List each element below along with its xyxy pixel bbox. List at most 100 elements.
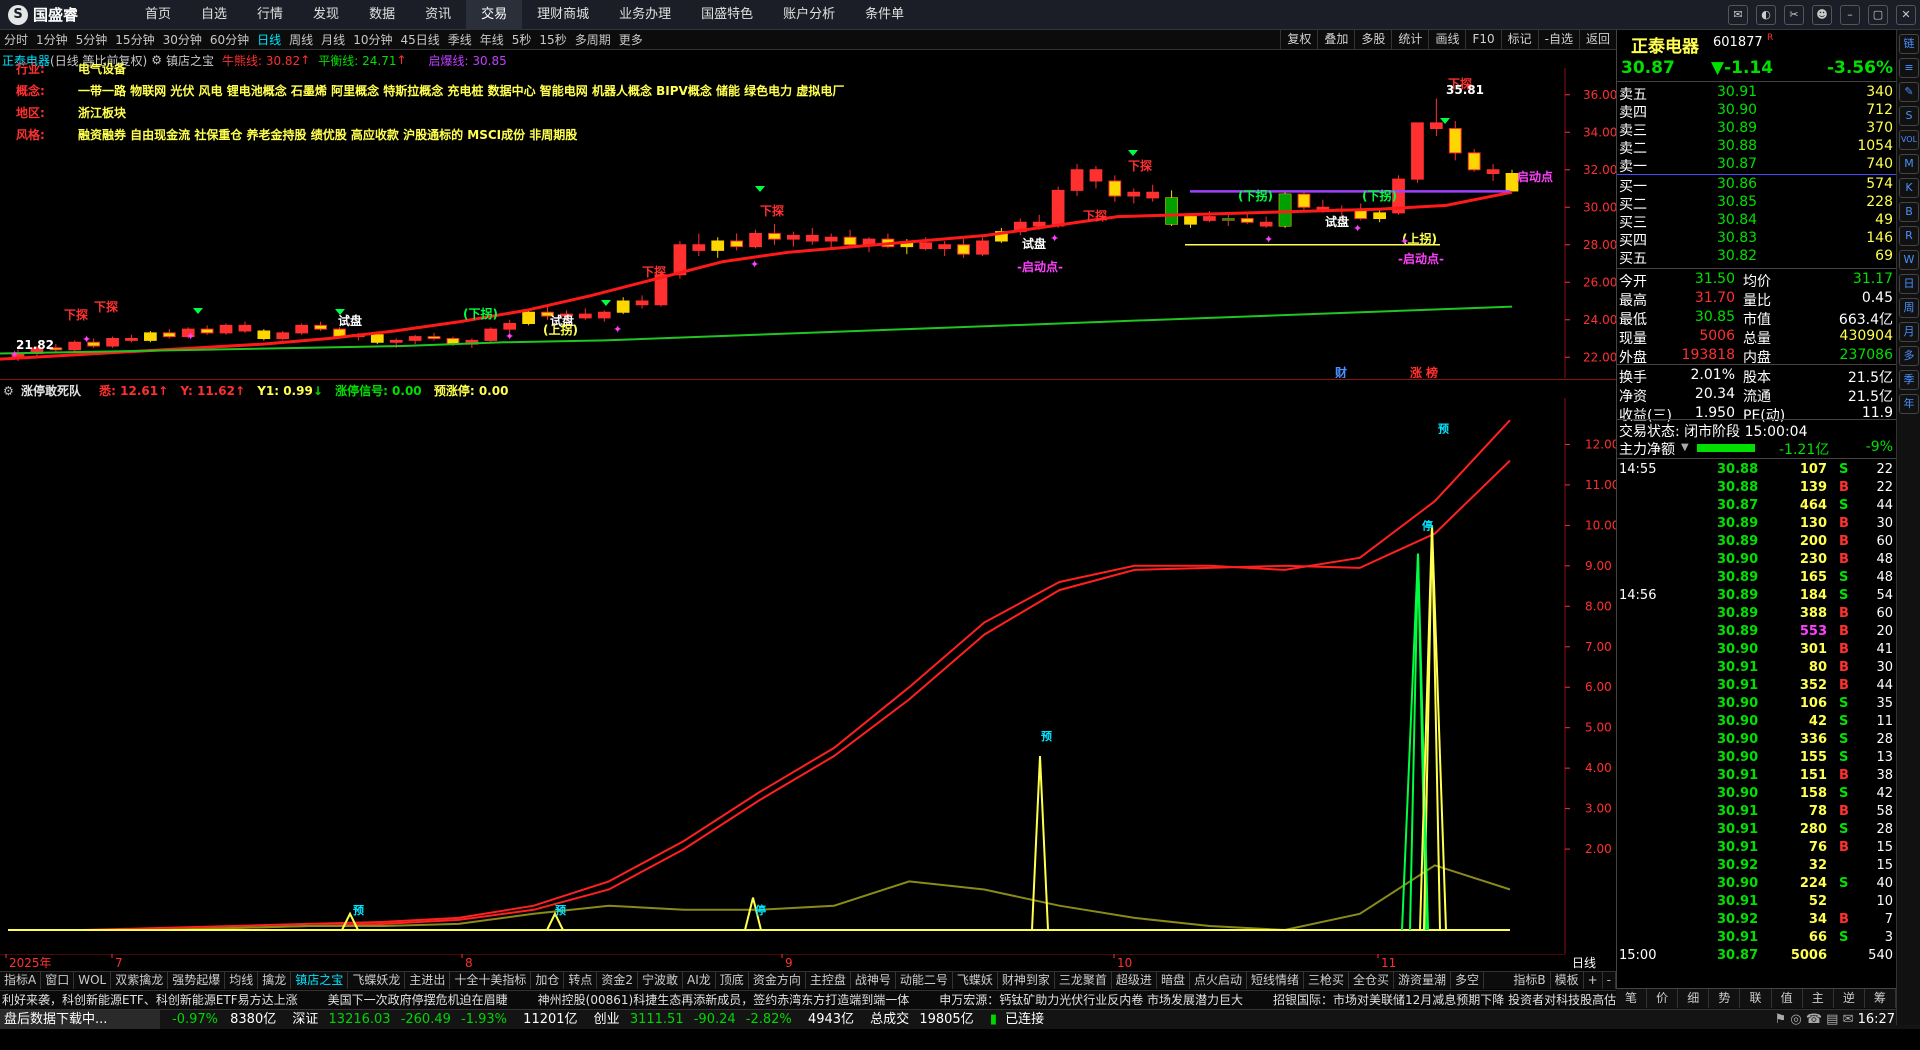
sz-label[interactable]: 深证: [292, 1012, 318, 1027]
period-12[interactable]: 年线: [476, 31, 508, 48]
news-item-1[interactable]: 美国下一次政府停摆危机迫在眉睫: [328, 991, 508, 1009]
info-tab-2[interactable]: 资金流向: [98, 990, 155, 991]
quote-tab-1[interactable]: 价: [1647, 989, 1679, 1008]
toolbar-btn-0[interactable]: 复权: [1280, 30, 1317, 50]
quote-tab-5[interactable]: 值: [1772, 989, 1803, 1008]
indicator-tab-28[interactable]: 三枪买: [1304, 972, 1349, 989]
indicator-name[interactable]: 镇店之宝: [166, 52, 214, 69]
side-tool-icon-15[interactable]: 年: [1899, 394, 1919, 414]
menu-item-7[interactable]: 理财商城: [522, 0, 604, 30]
indicator-tab-27[interactable]: 短线情绪: [1247, 972, 1304, 989]
period-2[interactable]: 5分钟: [72, 31, 112, 48]
period-6[interactable]: 日线: [253, 31, 285, 48]
bid-row-2[interactable]: 买三 30.84 49: [1617, 212, 1897, 231]
side-tool-icon-11[interactable]: 周: [1899, 298, 1919, 318]
indicator-tab-3[interactable]: 双紫擒龙: [111, 972, 169, 989]
toolbar-btn-8[interactable]: 返回: [1578, 30, 1616, 50]
side-tool-icon-1[interactable]: ≡: [1899, 58, 1919, 78]
menu-item-2[interactable]: 行情: [242, 0, 298, 30]
indicator-tab-10[interactable]: 十全十美指标: [450, 972, 532, 989]
indicator-tab-2[interactable]: WOL: [74, 972, 112, 989]
indicator-tab-ctrl-3[interactable]: -: [1603, 972, 1616, 989]
indicator-tab-29[interactable]: 全仓买: [1349, 972, 1395, 989]
indicator-tab-6[interactable]: 擒龙: [258, 972, 292, 989]
quote-tab-7[interactable]: 逆: [1834, 989, 1865, 1008]
quote-tab-8[interactable]: 筹: [1865, 989, 1896, 1008]
indicator-tab-15[interactable]: AI龙: [683, 972, 716, 989]
indicator-tab-9[interactable]: 主进出: [405, 972, 451, 989]
period-15[interactable]: 多周期: [571, 31, 615, 48]
tools-icon[interactable]: ✂: [1784, 5, 1804, 25]
indicator-tab-18[interactable]: 主控盘: [806, 972, 851, 989]
indicator-tab-19[interactable]: 战神号: [851, 972, 896, 989]
menu-item-5[interactable]: 资讯: [410, 0, 466, 30]
indicator-tab-4[interactable]: 强势起爆: [168, 972, 226, 989]
side-tool-icon-4[interactable]: VOL: [1899, 130, 1919, 150]
period-13[interactable]: 5秒: [508, 31, 536, 48]
skin-icon[interactable]: ◐: [1756, 5, 1776, 25]
quote-tab-0[interactable]: 笔: [1616, 989, 1648, 1008]
menu-item-11[interactable]: 条件单: [850, 0, 919, 30]
side-tool-icon-0[interactable]: 链: [1899, 34, 1919, 54]
message-icon[interactable]: ✉: [1728, 5, 1748, 25]
quote-tab-6[interactable]: 主: [1803, 989, 1834, 1008]
side-tool-icon-2[interactable]: ✎: [1899, 82, 1919, 102]
period-1[interactable]: 1分钟: [32, 31, 72, 48]
ask-row-4[interactable]: 卖一 30.87 740: [1617, 156, 1897, 175]
indicator-tab-14[interactable]: 宁波敢: [638, 972, 684, 989]
indicator-tab-23[interactable]: 三龙聚首: [1055, 972, 1112, 989]
menu-item-6[interactable]: 交易: [466, 0, 523, 30]
close-icon[interactable]: ✕: [1896, 5, 1916, 25]
menu-item-8[interactable]: 业务办理: [604, 0, 686, 30]
indicator-tab-31[interactable]: 多空: [1451, 972, 1485, 989]
bid-row-0[interactable]: 买一 30.86 574: [1617, 176, 1897, 195]
menu-item-0[interactable]: 首页: [130, 0, 186, 30]
ask-row-2[interactable]: 卖三 30.89 370: [1617, 120, 1897, 139]
main-flow-row[interactable]: 主力净额 ▼ -1.21亿 -9%: [1617, 439, 1897, 458]
indicator-tab-17[interactable]: 资金方向: [749, 972, 806, 989]
bid-row-1[interactable]: 买二 30.85 228: [1617, 194, 1897, 213]
side-tool-icon-10[interactable]: 日: [1899, 274, 1919, 294]
indicator-chart[interactable]: 12.00 11.00 10.00 9.00 8.00 7.00 6.00 5.00 4.00 3…: [0, 398, 1616, 954]
side-tool-icon-7[interactable]: B: [1899, 202, 1919, 222]
period-5[interactable]: 60分钟: [206, 31, 253, 48]
bid-row-4[interactable]: 买五 30.82 69: [1617, 248, 1897, 267]
side-tool-icon-12[interactable]: 月: [1899, 322, 1919, 342]
period-14[interactable]: 15秒: [535, 31, 570, 48]
quote-tab-2[interactable]: 细: [1678, 989, 1710, 1008]
indicator-tab-7[interactable]: 镇店之宝: [291, 972, 349, 989]
ask-row-3[interactable]: 卖二 30.88 1054: [1617, 138, 1897, 157]
period-3[interactable]: 15分钟: [111, 31, 158, 48]
news-item-0[interactable]: 利好来袭，科创新能源ETF、科创新能源ETF易方达上涨: [2, 991, 298, 1009]
info-tab-3[interactable]: 综合资讯: [155, 990, 212, 991]
menu-item-10[interactable]: 账户分析: [768, 0, 850, 30]
quote-tab-3[interactable]: 势: [1709, 989, 1741, 1008]
indicator-tab-26[interactable]: 点火启动: [1190, 972, 1247, 989]
period-11[interactable]: 季线: [444, 31, 476, 48]
indicator-tab-12[interactable]: 转点: [564, 972, 598, 989]
ask-row-1[interactable]: 卖四 30.90 712: [1617, 102, 1897, 121]
indicator-tab-ctrl-0[interactable]: 指标B: [1509, 972, 1551, 989]
indicator-tab-1[interactable]: 窗口: [41, 972, 75, 989]
kline-chart[interactable]: 36.00 34.00 32.00 30.00 28.00 26.00 24.00 22.00…: [0, 68, 1616, 378]
toolbar-btn-4[interactable]: 画线: [1428, 30, 1465, 50]
cy-label[interactable]: 创业: [594, 1012, 620, 1027]
news-item-2[interactable]: 神州控股(00861)科捷生态再添新成员，签约赤湾东方打造端到端一体: [538, 991, 910, 1009]
period-9[interactable]: 10分钟: [349, 31, 396, 48]
toolbar-btn-1[interactable]: 叠加: [1317, 30, 1354, 50]
info-tab-1[interactable]: 关联报价: [41, 990, 98, 991]
menu-item-1[interactable]: 自选: [186, 0, 242, 30]
indicator-tab-ctrl-1[interactable]: 模板: [1551, 972, 1584, 989]
side-tool-icon-14[interactable]: 季: [1899, 370, 1919, 390]
toolbar-btn-6[interactable]: 标记: [1500, 30, 1538, 50]
indicator-tab-16[interactable]: 顶底: [716, 972, 749, 989]
indicator-settings-icon[interactable]: ⚙: [151, 53, 162, 67]
indicator-tab-8[interactable]: 飞蝶妖龙: [348, 972, 406, 989]
toolbar-btn-7[interactable]: -自选: [1537, 30, 1579, 50]
sub-indicator-name[interactable]: 涨停敢死队: [21, 384, 81, 398]
info-tab-4[interactable]: 板块资讯: [212, 990, 269, 991]
restore-icon[interactable]: ▢: [1868, 5, 1888, 25]
menu-item-9[interactable]: 国盛特色: [686, 0, 768, 30]
side-tool-icon-5[interactable]: M: [1899, 154, 1919, 174]
ask-row-0[interactable]: 卖五 30.91 340: [1617, 84, 1897, 103]
